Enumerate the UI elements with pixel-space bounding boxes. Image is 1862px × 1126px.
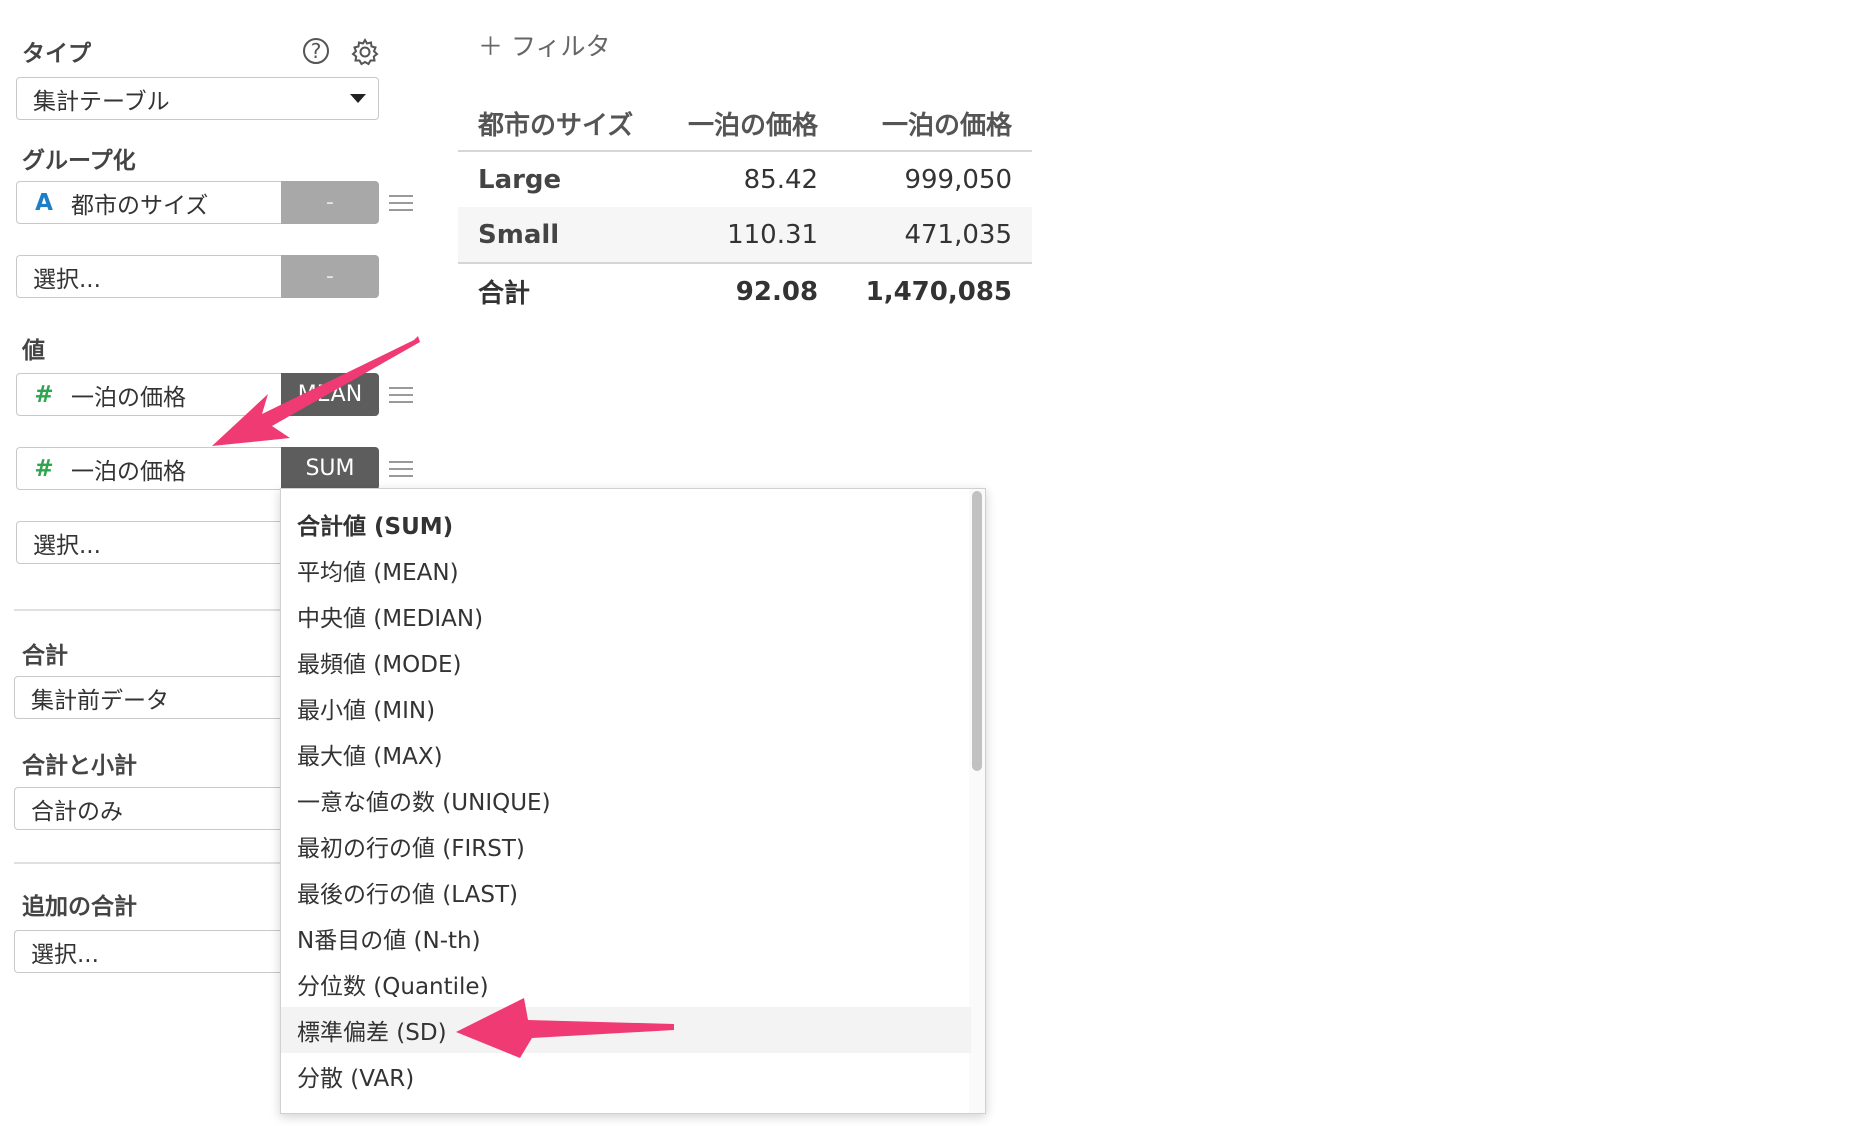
annotation-arrow bbox=[212, 336, 674, 1058]
